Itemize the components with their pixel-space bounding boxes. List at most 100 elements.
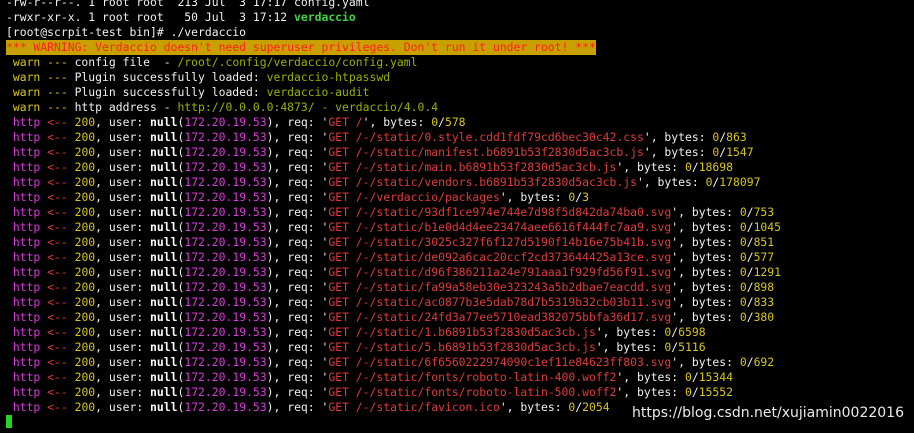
user-value: null [150,145,178,159]
user-value: null [150,250,178,264]
bytes-sent: 0 [739,295,747,309]
bytes-total: 753 [753,205,775,219]
bytes-label: ', bytes: [643,130,713,144]
req-label: ), req: ' [266,145,329,159]
bytes-separator: / [746,265,754,279]
client-ip: 172.20.19.53 [184,400,267,414]
request-path: GET /-/static/5.b6891b53f2830d5ac3cb.js [328,340,596,354]
terminal-window[interactable]: -rw-r--r--. 1 root root 213 Jul 3 17:17 … [0,0,914,433]
user-value: null [150,400,178,414]
request-path: GET /-/static/ac0877b3e5dab78d7b5319b32c… [328,295,672,309]
bytes-total: 863 [726,130,747,144]
request-path: GET /-/verdaccio/packages [328,190,500,204]
request-path: GET /-/static/24fd3a77ee5710ead382075bbf… [328,310,672,324]
user-label: , user: [95,205,151,219]
bytes-separator: / [691,370,699,384]
bytes-total: 3 [582,190,589,204]
http-arrow: <-- [47,220,75,234]
bytes-total: 1547 [726,145,754,159]
user-label: , user: [95,250,151,264]
bytes-sent: 0 [684,385,692,399]
user-label: , user: [95,145,151,159]
bytes-label: ', bytes: [499,190,569,204]
http-tag: http [6,340,48,354]
http-status: 200 [74,115,96,129]
http-tag: http [6,265,48,279]
req-label: ), req: ' [266,325,329,339]
req-label: ), req: ' [266,265,329,279]
bytes-label: ', bytes: [671,235,740,249]
req-label: ), req: ' [266,370,329,384]
bytes-value: 0/5116 [664,340,705,354]
client-ip: 172.20.19.53 [184,145,267,159]
request-path: GET / [328,115,363,129]
warn-value: verdaccio-htpasswd [266,70,391,84]
request-path: GET /-/static/d96f386211a24e791aaa1f929f… [328,265,672,279]
warn-line: warn --- Plugin successfully loaded: ver… [6,70,914,85]
bytes-total: 577 [753,250,775,264]
http-status: 200 [74,190,96,204]
http-tag: http [6,190,48,204]
bytes-sent: 0 [739,280,747,294]
request-path: GET /-/static/93df1ce974e744e7d98f5d842d… [328,205,672,219]
http-log-line: http <-- 200, user: null(172.20.19.53), … [6,370,914,385]
user-value: null [150,205,178,219]
http-tag: http [6,280,48,294]
bytes-separator: / [438,115,445,129]
http-tag: http [6,400,48,414]
http-log-line: http <-- 200, user: null(172.20.19.53), … [6,265,914,280]
bytes-sent: 0 [739,250,747,264]
req-label: ), req: ' [266,220,329,234]
http-status: 200 [74,355,96,369]
http-status: 200 [74,310,96,324]
bytes-value: 0/833 [740,295,774,309]
bytes-label: ', bytes: [499,400,569,414]
http-log-line: http <-- 200, user: null(172.20.19.53), … [6,115,914,130]
http-arrow: <-- [47,265,75,279]
req-label: ), req: ' [266,130,329,144]
user-label: , user: [95,175,151,189]
user-label: , user: [95,130,151,144]
user-label: , user: [95,190,151,204]
req-label: ), req: ' [266,355,329,369]
bytes-total: 851 [753,235,775,249]
bytes-separator: / [746,220,754,234]
bytes-total: 692 [753,355,775,369]
bytes-sent: 0 [739,220,747,234]
http-tag: http [6,145,48,159]
user-label: , user: [95,355,151,369]
http-tag: http [6,250,48,264]
watermark: https://blog.csdn.net/xujiamin0022016 [631,405,904,421]
http-arrow: <-- [47,355,75,369]
request-path: GET /-/static/manifest.b6891b53f2830d5ac… [328,145,644,159]
ls-line-verdaccio: -rwxr-xr-x. 1 root root 50 Jul 3 17:12 v… [6,10,914,25]
user-label: , user: [95,295,151,309]
bytes-sent: 0 [739,310,747,324]
bytes-total: 1291 [753,265,781,279]
bytes-label: ', bytes: [671,280,740,294]
http-arrow: <-- [47,280,75,294]
http-tag: http [6,370,48,384]
req-label: ), req: ' [266,385,329,399]
user-label: , user: [95,370,151,384]
user-label: , user: [95,385,151,399]
client-ip: 172.20.19.53 [184,295,267,309]
client-ip: 172.20.19.53 [184,130,267,144]
request-path: GET /-/static/6f6560222974090c1ef11e8462… [328,355,672,369]
http-status: 200 [74,325,96,339]
bytes-separator: / [746,250,754,264]
bytes-value: 0/15552 [685,385,733,399]
http-tag: http [6,295,48,309]
bytes-total: 178097 [719,175,761,189]
http-log-line: http <-- 200, user: null(172.20.19.53), … [6,130,914,145]
user-value: null [150,265,178,279]
bytes-separator: / [746,310,754,324]
bytes-label: ', bytes: [671,310,740,324]
http-tag: http [6,310,48,324]
warn-text: http address - [74,100,178,114]
http-arrow: <-- [47,295,75,309]
bytes-label: ', bytes: [595,340,665,354]
client-ip: 172.20.19.53 [184,190,267,204]
bytes-sent: 0 [739,235,747,249]
bytes-value: 0/577 [740,250,774,264]
